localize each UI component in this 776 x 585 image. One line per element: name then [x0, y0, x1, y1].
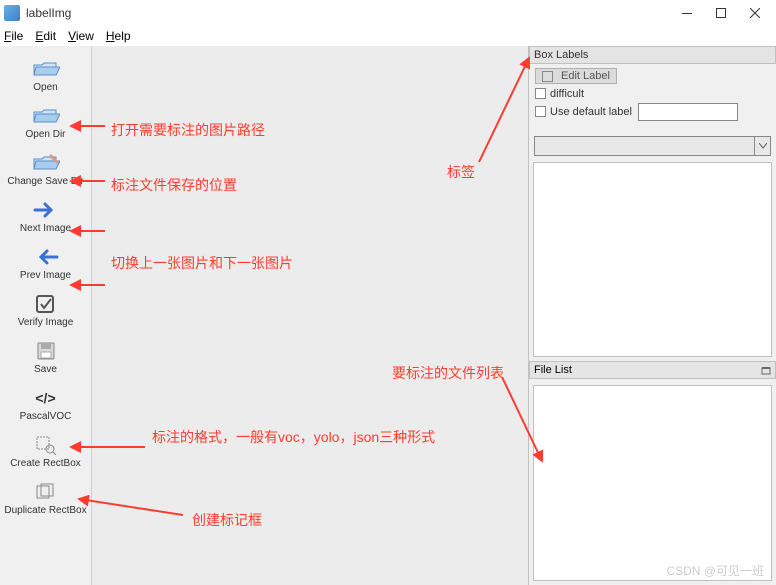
main-area: Open Open Dir Change Save Dir Next Image…	[0, 46, 776, 585]
arrow-left-icon	[32, 246, 60, 268]
left-toolbar: Open Open Dir Change Save Dir Next Image…	[0, 46, 92, 585]
format-label: PascalVOC	[20, 411, 72, 422]
file-list-header: File List	[529, 361, 776, 379]
arrow-right-icon	[32, 199, 60, 221]
right-panel: Box Labels Edit Label difficult Use defa…	[529, 46, 776, 585]
create-rectbox-button[interactable]: Create RectBox	[4, 430, 88, 473]
checkbox-icon	[32, 293, 60, 315]
minimize-button[interactable]	[670, 2, 704, 24]
difficult-label: difficult	[550, 88, 584, 100]
menu-file[interactable]: File	[4, 29, 23, 43]
file-list-dock-icon[interactable]	[761, 365, 771, 375]
menubar: File Edit View Help	[0, 26, 776, 46]
open-label: Open	[33, 82, 57, 93]
box-labels-header: Box Labels	[529, 46, 776, 64]
format-toggle-button[interactable]: </> PascalVOC	[4, 383, 88, 426]
close-button[interactable]	[738, 2, 772, 24]
duplicate-icon	[32, 481, 60, 503]
next-image-label: Next Image	[20, 223, 71, 234]
labels-list[interactable]	[533, 162, 772, 358]
window-title: labelImg	[26, 6, 670, 20]
default-label-text: Use default label	[550, 106, 632, 118]
floppy-disk-icon	[32, 340, 60, 362]
difficult-checkbox[interactable]	[535, 88, 546, 99]
create-rectbox-label: Create RectBox	[10, 458, 81, 469]
folder-open-icon	[32, 58, 60, 80]
prev-image-button[interactable]: Prev Image	[4, 242, 88, 285]
open-dir-label: Open Dir	[25, 129, 65, 140]
file-list[interactable]	[533, 385, 772, 581]
menu-edit[interactable]: Edit	[35, 29, 56, 43]
maximize-button[interactable]	[704, 2, 738, 24]
default-label-input[interactable]	[638, 103, 738, 121]
change-save-dir-label: Change Save Dir	[7, 176, 83, 187]
label-combobox[interactable]	[534, 136, 771, 156]
prev-image-label: Prev Image	[20, 270, 71, 281]
save-label: Save	[34, 364, 57, 375]
menu-view[interactable]: View	[68, 29, 94, 43]
canvas-area[interactable]	[92, 46, 529, 585]
open-button[interactable]: Open	[4, 54, 88, 97]
menu-help[interactable]: Help	[106, 29, 131, 43]
default-label-checkbox[interactable]	[535, 106, 546, 117]
folder-pencil-icon	[32, 152, 60, 174]
titlebar: labelImg	[0, 0, 776, 26]
duplicate-rectbox-button[interactable]: Duplicate RectBox	[4, 477, 88, 520]
chevron-down-icon	[754, 137, 770, 155]
verify-image-button[interactable]: Verify Image	[4, 289, 88, 332]
code-icon: </>	[32, 387, 60, 409]
next-image-button[interactable]: Next Image	[4, 195, 88, 238]
app-icon	[4, 5, 20, 21]
open-dir-button[interactable]: Open Dir	[4, 101, 88, 144]
duplicate-rectbox-label: Duplicate RectBox	[4, 505, 86, 516]
folder-icon	[32, 105, 60, 127]
change-save-dir-button[interactable]: Change Save Dir	[4, 148, 88, 191]
edit-label-text: Edit Label	[561, 70, 610, 82]
watermark: CSDN @可见一班	[666, 562, 764, 579]
edit-label-checkbox-icon	[542, 71, 553, 82]
file-list-title-text: File List	[534, 364, 572, 376]
rect-search-icon	[32, 434, 60, 456]
save-button[interactable]: Save	[4, 336, 88, 379]
edit-label-button[interactable]: Edit Label	[535, 68, 617, 84]
verify-image-label: Verify Image	[18, 317, 74, 328]
